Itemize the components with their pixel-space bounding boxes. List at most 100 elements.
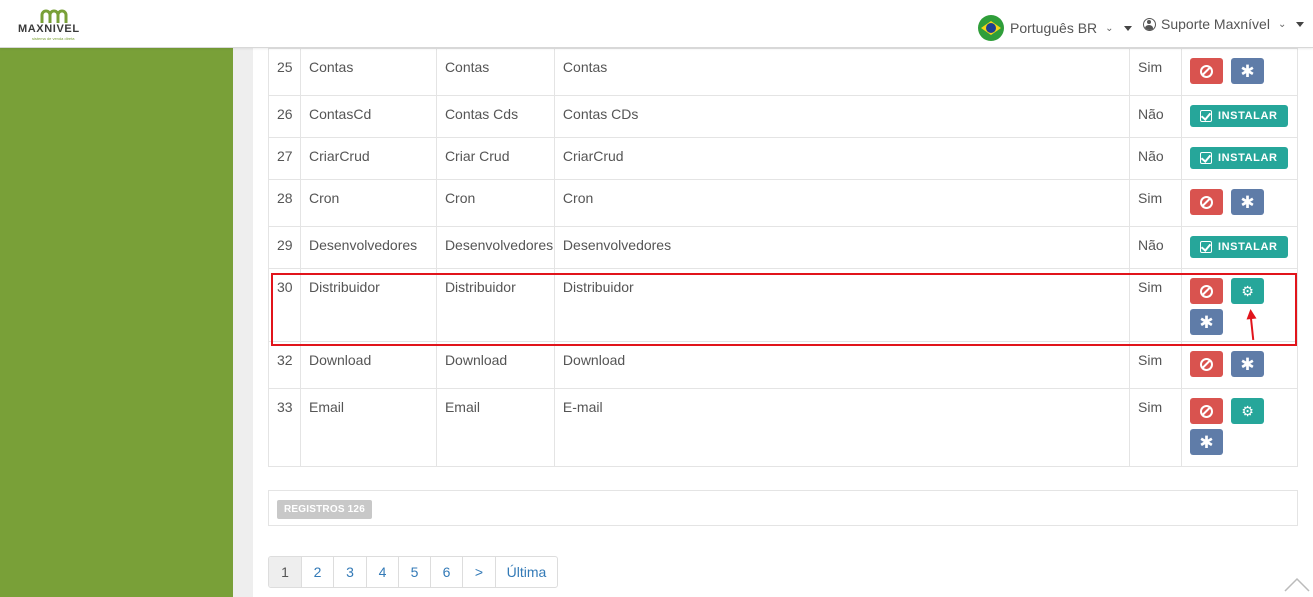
language-label: Português BR	[1010, 20, 1098, 36]
module-name: Distribuidor	[299, 268, 437, 342]
disable-button[interactable]	[1189, 398, 1223, 424]
module-name: Cron	[299, 179, 437, 227]
module-number: 30	[268, 268, 301, 342]
page-current[interactable]: 1	[269, 557, 301, 587]
page-link[interactable]: 3	[333, 557, 366, 587]
actions-cell: INSTALAR	[1180, 137, 1299, 180]
logo-text: MAXNIVEL	[18, 23, 80, 35]
module-description: Contas	[553, 48, 1131, 96]
caret-down-icon	[1123, 25, 1132, 31]
module-description: CriarCrud	[553, 137, 1131, 180]
asterisk-icon: ✱	[1240, 192, 1255, 212]
page-link[interactable]: 6	[430, 557, 462, 587]
module-description: Contas CDs	[553, 95, 1131, 138]
page-link[interactable]: 2	[301, 557, 333, 587]
permissions-button[interactable]: ✱	[1230, 351, 1264, 377]
check-square-icon	[1199, 241, 1212, 253]
table-row: 26 ContasCd Contas Cds Contas CDs Não INSTALA…	[268, 95, 1299, 138]
module-number: 33	[268, 388, 301, 467]
asterisk-icon: ✱	[1240, 354, 1255, 374]
actions-cell: INSTALAR	[1180, 95, 1299, 138]
disable-button[interactable]	[1189, 278, 1223, 304]
module-number: 32	[268, 341, 301, 389]
table-row: 33 Email Email E-mail Sim ⚙ ✱	[268, 388, 1299, 467]
install-button[interactable]: INSTALAR	[1189, 105, 1288, 127]
installed-status: Sim	[1129, 48, 1182, 96]
logo-tagline: sistema de venda direta	[32, 36, 75, 41]
module-label: Criar Crud	[435, 137, 555, 180]
logo-mark-icon	[40, 9, 68, 23]
user-circle-icon	[1143, 17, 1156, 31]
install-button[interactable]: INSTALAR	[1189, 147, 1288, 169]
ban-icon	[1199, 404, 1213, 418]
scroll-top-icon[interactable]	[1283, 573, 1311, 597]
install-label: INSTALAR	[1217, 152, 1278, 164]
module-description: Distribuidor	[553, 268, 1131, 342]
module-description: Cron	[553, 179, 1131, 227]
table-row: 32 Download Download Download Sim ✱	[268, 341, 1299, 389]
permissions-button[interactable]: ✱	[1230, 58, 1264, 84]
asterisk-icon: ✱	[1199, 312, 1214, 332]
ban-icon	[1199, 64, 1213, 78]
installed-status: Sim	[1129, 268, 1182, 342]
module-name: ContasCd	[299, 95, 437, 138]
installed-status: Sim	[1129, 388, 1182, 467]
actions-cell: ✱	[1180, 48, 1299, 96]
ban-icon	[1199, 195, 1213, 209]
ban-icon	[1199, 284, 1213, 298]
language-selector[interactable]: Português BR ⌄	[978, 14, 1132, 42]
records-panel: REGISTROS 126	[268, 490, 1298, 526]
module-name: CriarCrud	[299, 137, 437, 180]
actions-cell: ✱	[1180, 179, 1299, 227]
settings-button[interactable]: ⚙	[1230, 398, 1264, 424]
module-label: Cron	[435, 179, 555, 227]
module-label: Contas	[435, 48, 555, 96]
disable-button[interactable]	[1189, 58, 1223, 84]
disable-button[interactable]	[1189, 351, 1223, 377]
caret-down-icon	[1296, 21, 1305, 27]
module-label: Email	[435, 388, 555, 467]
asterisk-icon: ✱	[1199, 432, 1214, 452]
installed-status: Sim	[1129, 179, 1182, 227]
disable-button[interactable]	[1189, 189, 1223, 215]
table-row: 25 Contas Contas Contas Sim ✱	[268, 48, 1299, 96]
install-button[interactable]: INSTALAR	[1189, 236, 1288, 258]
top-navbar: MAXNIVEL sistema de venda direta Portugu…	[0, 0, 1313, 48]
module-label: Contas Cds	[435, 95, 555, 138]
module-name: Email	[299, 388, 437, 467]
actions-cell: ⚙ ✱	[1180, 388, 1299, 467]
permissions-button[interactable]: ✱	[1189, 429, 1223, 455]
records-count-badge: REGISTROS 126	[277, 500, 372, 519]
check-square-icon	[1199, 152, 1212, 164]
module-description: Download	[553, 341, 1131, 389]
chevron-down-icon: ⌄	[1105, 22, 1114, 34]
installed-status: Não	[1129, 95, 1182, 138]
installed-status: Sim	[1129, 341, 1182, 389]
ban-icon	[1199, 357, 1213, 371]
table-row: 29 Desenvolvedores Desenvolvedores Desenvol…	[268, 226, 1299, 269]
sidebar	[0, 48, 233, 597]
permissions-button[interactable]: ✱	[1230, 189, 1264, 215]
page-link[interactable]: 5	[398, 557, 430, 587]
page-link[interactable]: 4	[366, 557, 398, 587]
page-link[interactable]: Última	[495, 557, 557, 587]
module-name: Contas	[299, 48, 437, 96]
table-row: 27 CriarCrud Criar Crud CriarCrud Não INSTALA…	[268, 137, 1299, 180]
check-square-icon	[1199, 110, 1212, 122]
settings-button[interactable]: ⚙	[1230, 278, 1264, 304]
page-link[interactable]: >	[462, 557, 495, 587]
content-gutter	[233, 48, 253, 597]
module-number: 27	[268, 137, 301, 180]
brazil-flag-icon	[978, 15, 1004, 41]
maxnivel-logo[interactable]: MAXNIVEL sistema de venda direta	[16, 8, 96, 42]
module-description: E-mail	[553, 388, 1131, 467]
user-menu[interactable]: Suporte Maxnível ⌄	[1143, 14, 1305, 34]
asterisk-icon: ✱	[1240, 61, 1255, 81]
gear-icon: ⚙	[1241, 283, 1254, 299]
permissions-button[interactable]: ✱	[1189, 309, 1223, 335]
actions-cell: ✱	[1180, 341, 1299, 389]
modules-table: 25 Contas Contas Contas Sim ✱ 26 ContasCd Contas…	[268, 48, 1299, 467]
module-number: 29	[268, 226, 301, 269]
module-number: 26	[268, 95, 301, 138]
module-description: Desenvolvedores	[553, 226, 1131, 269]
